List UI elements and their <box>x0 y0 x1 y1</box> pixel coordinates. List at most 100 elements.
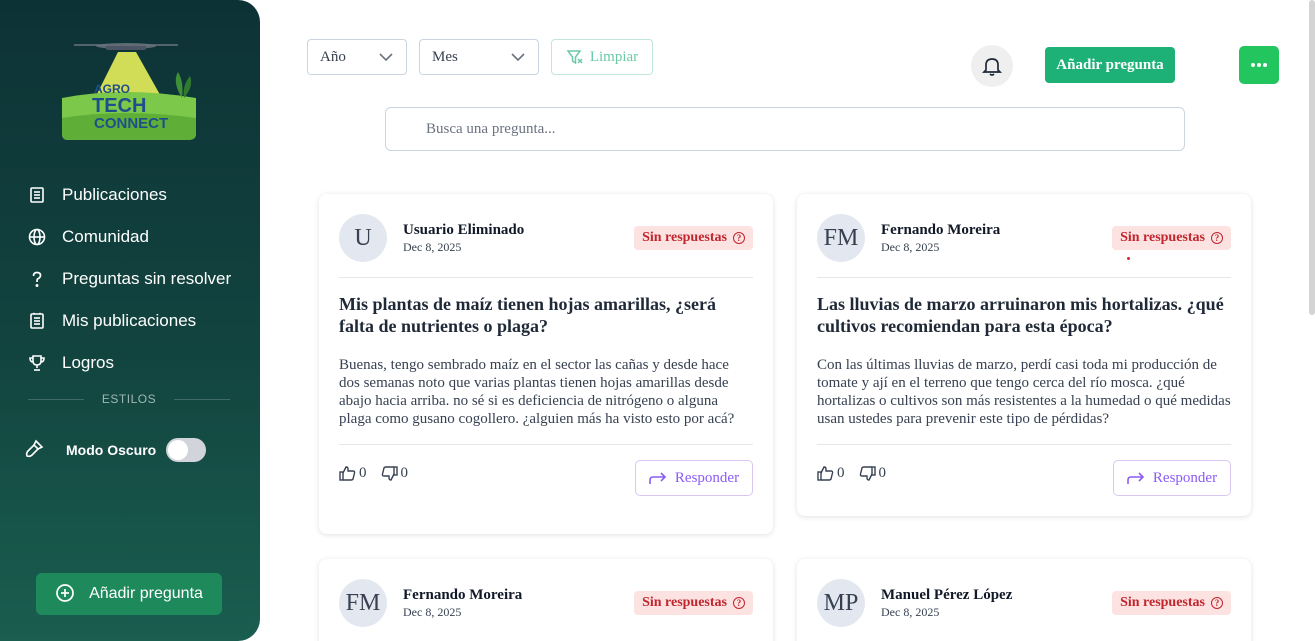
more-options-button[interactable] <box>1239 46 1279 84</box>
add-question-button[interactable]: Añadir pregunta <box>1045 47 1175 83</box>
question-body: Con las últimas lluvias de marzo, perdí … <box>817 357 1231 427</box>
question-title[interactable]: Las lluvias de marzo arruinaron mis hort… <box>817 293 1231 337</box>
thumbs-up-icon <box>339 466 356 481</box>
sidebar-item-comunidad[interactable]: Comunidad <box>0 216 260 258</box>
thumbs-down-icon <box>859 466 876 481</box>
vote-controls: 0 0 <box>339 465 422 482</box>
card-header: MP Manuel Pérez López Dec 8, 2025 Sin re… <box>817 579 1231 641</box>
clear-filters-button[interactable]: Limpiar <box>551 39 653 75</box>
reply-arrow-icon <box>1127 472 1145 484</box>
year-select-value: Año <box>320 48 346 65</box>
status-badge-label: Sin respuestas <box>642 230 727 245</box>
dislike-count: 0 <box>878 465 887 481</box>
like-count: 0 <box>359 465 367 481</box>
like-button[interactable]: 0 <box>817 465 845 482</box>
agro-tech-connect-logo[interactable]: AGRO TECH CONNECT <box>54 38 198 144</box>
reply-button[interactable]: Responder <box>1113 460 1231 496</box>
question-circle-icon: ? <box>1211 597 1223 609</box>
like-count: 0 <box>837 465 845 481</box>
notification-dot <box>1127 257 1130 260</box>
sidebar-add-question-button[interactable]: Añadir pregunta <box>36 573 222 615</box>
post-date: Dec 8, 2025 <box>881 240 940 254</box>
dislike-count: 0 <box>400 465 409 481</box>
status-badge-label: Sin respuestas <box>1120 595 1205 610</box>
dislike-button[interactable]: 0 <box>381 465 409 482</box>
avatar[interactable]: MP <box>817 579 865 627</box>
reply-label: Responder <box>674 469 740 486</box>
avatar[interactable]: U <box>339 214 387 262</box>
chevron-down-icon <box>511 53 525 62</box>
question-body: Buenas, tengo sembrado maíz en el sector… <box>339 357 735 427</box>
status-badge: Sin respuestas ? <box>1112 226 1231 250</box>
like-button[interactable]: 0 <box>339 465 367 482</box>
month-select[interactable]: Mes <box>419 39 539 75</box>
status-badge: Sin respuestas ? <box>1112 591 1231 615</box>
plus-circle-icon <box>55 583 77 605</box>
card-header: FM Fernando Moreira Dec 8, 2025 Sin resp… <box>817 214 1231 278</box>
year-select[interactable]: Año <box>307 39 407 75</box>
dark-mode-row: Modo Oscuro <box>24 438 207 462</box>
question-card[interactable]: U Usuario Eliminado Dec 8, 2025 Sin resp… <box>319 194 773 534</box>
status-badge: Sin respuestas ? <box>634 591 753 615</box>
question-circle-icon: ? <box>733 597 745 609</box>
bell-icon <box>981 58 1003 76</box>
question-circle-icon: ? <box>733 232 745 244</box>
clear-filters-label: Limpiar <box>589 48 639 65</box>
post-date: Dec 8, 2025 <box>403 240 462 254</box>
question-card[interactable]: FM Fernando Moreira Dec 8, 2025 Sin resp… <box>797 194 1251 516</box>
card-footer: 0 0 Responder <box>817 444 1231 496</box>
more-dots-icon <box>1251 63 1267 67</box>
month-select-value: Mes <box>432 48 458 65</box>
thumbs-up-icon <box>817 466 834 481</box>
reply-button[interactable]: Responder <box>635 460 753 496</box>
post-date: Dec 8, 2025 <box>881 605 940 619</box>
svg-text:TECH: TECH <box>92 95 146 117</box>
sidebar-add-question-label: Añadir pregunta <box>89 585 203 602</box>
filter-clear-icon <box>566 50 583 65</box>
question-title[interactable]: Mis plantas de maíz tienen hojas amarill… <box>339 293 753 337</box>
question-card[interactable]: MP Manuel Pérez López Dec 8, 2025 Sin re… <box>797 559 1251 641</box>
card-footer: 0 0 Responder <box>339 444 753 496</box>
sidebar-item-preguntas-sin-resolver[interactable]: Preguntas sin resolver <box>0 258 260 300</box>
author-name[interactable]: Manuel Pérez López <box>881 587 1012 604</box>
dark-mode-toggle[interactable] <box>166 438 207 462</box>
reply-label: Responder <box>1152 469 1218 486</box>
author-name[interactable]: Usuario Eliminado <box>403 222 524 239</box>
author-name[interactable]: Fernando Moreira <box>403 587 522 604</box>
question-card[interactable]: FM Fernando Moreira Dec 8, 2025 Sin resp… <box>319 559 773 641</box>
sidebar-item-logros[interactable]: Logros <box>0 342 260 384</box>
trophy-icon <box>26 352 48 374</box>
svg-text:AGRO: AGRO <box>94 82 130 96</box>
page-scrollbar[interactable] <box>1309 0 1315 315</box>
notifications-button[interactable] <box>971 45 1013 87</box>
search-input[interactable] <box>385 107 1185 151</box>
dislike-button[interactable]: 0 <box>859 465 887 482</box>
post-date: Dec 8, 2025 <box>403 605 462 619</box>
svg-text:CONNECT: CONNECT <box>94 115 168 132</box>
thumbs-down-icon <box>381 466 398 481</box>
status-badge-label: Sin respuestas <box>642 595 727 610</box>
brush-icon <box>24 439 46 461</box>
toggle-knob <box>168 440 189 460</box>
sidebar-item-mis-publicaciones[interactable]: Mis publicaciones <box>0 300 260 342</box>
sidebar-item-label: Comunidad <box>62 227 149 246</box>
card-header: U Usuario Eliminado Dec 8, 2025 Sin resp… <box>339 214 753 278</box>
avatar[interactable]: FM <box>339 579 387 627</box>
question-icon <box>26 268 48 290</box>
sidebar-nav: Publicaciones Comunidad Preguntas sin re… <box>0 174 260 384</box>
sidebar: AGRO TECH CONNECT Publicaciones Comunida… <box>0 0 260 641</box>
sidebar-item-label: Publicaciones <box>62 185 167 204</box>
list-icon <box>26 310 48 332</box>
styles-section-divider: ESTILOS <box>28 392 230 406</box>
sidebar-item-publicaciones[interactable]: Publicaciones <box>0 174 260 216</box>
sidebar-item-label: Mis publicaciones <box>62 311 197 330</box>
question-circle-icon: ? <box>1211 232 1223 244</box>
avatar[interactable]: FM <box>817 214 865 262</box>
dark-mode-label: Modo Oscuro <box>66 442 157 458</box>
styles-section-label: ESTILOS <box>101 392 157 406</box>
add-question-label: Añadir pregunta <box>1056 56 1164 73</box>
reply-arrow-icon <box>649 472 667 484</box>
author-name[interactable]: Fernando Moreira <box>881 222 1000 239</box>
sidebar-item-label: Preguntas sin resolver <box>62 269 232 288</box>
globe-icon <box>26 226 48 248</box>
